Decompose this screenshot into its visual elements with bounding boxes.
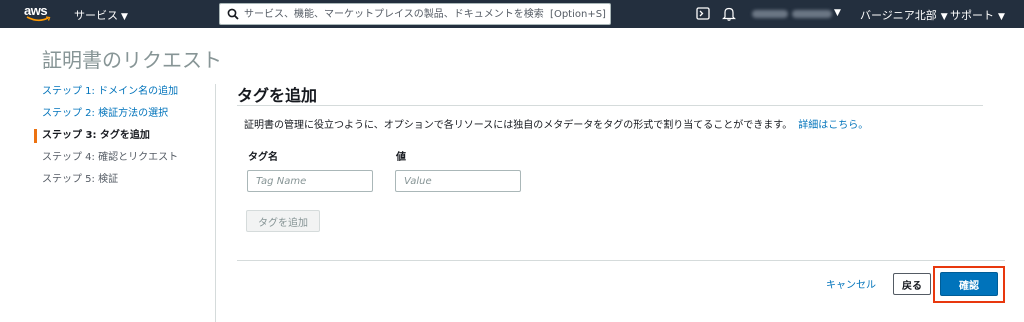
redacted-account-name — [752, 10, 788, 18]
step-label: ステップ 4: 確認とリクエスト — [42, 152, 179, 163]
step-label: ステップ 2: 検証方法の選択 — [42, 108, 169, 119]
confirm-button[interactable]: 確認 — [940, 272, 998, 296]
top-navigation-bar: aws サービス▼ ▼ バージニア北部▼ サポート▼ — [0, 0, 1024, 28]
add-tag-button[interactable]: タグを追加 — [246, 210, 320, 232]
tag-value-column-label: 値 — [396, 152, 406, 163]
services-menu[interactable]: サービス ▼ — [74, 7, 128, 23]
footer-divider — [237, 260, 1005, 261]
chevron-down-icon: ▼ — [940, 12, 948, 22]
step-5-validation: ステップ 5: 検証 — [34, 173, 214, 195]
step-2-validation-method[interactable]: ステップ 2: 検証方法の選択 — [34, 107, 214, 129]
tag-name-input[interactable] — [247, 170, 373, 192]
description-text: 証明書の管理に役立つように、オプションで各リソースには独自のメタデータをタグの形… — [244, 120, 793, 131]
region-label: バージニア北部 — [860, 9, 937, 22]
search-icon — [227, 8, 239, 20]
learn-more-link[interactable]: 詳細はこちら。 — [798, 120, 868, 131]
wizard-steps: ステップ 1: ドメイン名の追加 ステップ 2: 検証方法の選択 ステップ 3:… — [34, 85, 214, 195]
global-search[interactable] — [219, 3, 611, 25]
chevron-down-icon: ▼ — [998, 12, 1005, 22]
page-title: 証明書のリクエスト — [42, 48, 222, 72]
tag-name-column-label: タグ名 — [248, 152, 278, 163]
bell-icon[interactable] — [722, 6, 736, 21]
back-button[interactable]: 戻る — [893, 273, 931, 295]
step-4-review-request: ステップ 4: 確認とリクエスト — [34, 151, 214, 173]
support-label: サポート — [950, 9, 994, 22]
section-title: タグを追加 — [237, 86, 318, 105]
step-3-add-tags: ステップ 3: タグを追加 — [34, 129, 214, 151]
cancel-link[interactable]: キャンセル — [826, 276, 876, 291]
redacted-account-id — [792, 10, 832, 18]
aws-logo[interactable]: aws — [24, 3, 54, 25]
cloudshell-icon[interactable] — [696, 7, 710, 20]
tags-description: 証明書の管理に役立つように、オプションで各リソースには独自のメタデータをタグの形… — [244, 116, 868, 131]
chevron-down-icon: ▼ — [121, 12, 128, 22]
current-step-indicator — [34, 129, 37, 143]
chevron-down-icon[interactable]: ▼ — [834, 8, 841, 18]
region-selector[interactable]: バージニア北部 ▼ — [860, 7, 948, 23]
step-label: ステップ 3: タグを追加 — [42, 130, 150, 141]
tag-value-input[interactable] — [395, 170, 521, 192]
search-input[interactable] — [244, 4, 608, 24]
sidebar-divider — [215, 84, 216, 322]
services-label: サービス — [74, 9, 118, 22]
step-1-add-domain[interactable]: ステップ 1: ドメイン名の追加 — [34, 85, 214, 107]
account-menu-redacted[interactable] — [752, 8, 834, 20]
section-divider — [237, 105, 983, 106]
step-label: ステップ 1: ドメイン名の追加 — [42, 86, 179, 97]
aws-smile-icon — [26, 16, 51, 22]
support-menu[interactable]: サポート ▼ — [950, 7, 1005, 23]
step-label: ステップ 5: 検証 — [42, 174, 119, 185]
